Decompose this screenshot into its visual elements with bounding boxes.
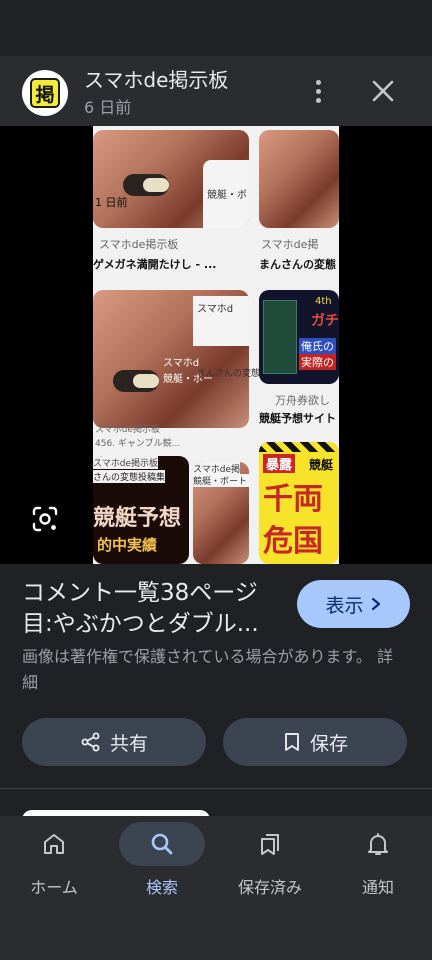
tile-label: スマホd (163, 358, 200, 369)
search-icon (151, 833, 173, 855)
more-vert-icon (315, 79, 321, 85)
site-name[interactable]: スマホde掲示板 (84, 64, 228, 93)
copyright-text: 画像は著作権で保護されている場合があります。 (22, 647, 372, 666)
nav-saved[interactable]: 保存済み (216, 816, 324, 912)
tile-banner: 4th (315, 296, 332, 307)
site-logo-icon: 掲 (30, 78, 60, 108)
copyright-notice: 画像は著作権で保護されている場合があります。 詳細 (22, 644, 402, 696)
chevron-right-icon (371, 597, 380, 611)
share-label: 共有 (109, 732, 148, 755)
tile-label: スマホde掲示板 (93, 456, 158, 469)
save-label: 保存 (309, 732, 348, 755)
lens-search-button[interactable] (30, 504, 60, 534)
nav-icon-container (11, 822, 97, 866)
tile-big-text: 競艇予想 (93, 506, 182, 531)
nav-search[interactable]: 検索 (108, 816, 216, 912)
nav-label: 保存済み (237, 878, 302, 897)
image-viewer[interactable]: 競艇・ボ 1 日前 スマホde掲示板 ゲメガネ満開たけし - ... スマホde… (0, 126, 432, 564)
tile-big-text: 危国 (263, 524, 323, 559)
preview-tile: 暴露 競艇 千両 危国 (259, 442, 339, 564)
preview-tile: スマホde掲示板 さんの変態投稿集 競艇予想 的中実績 (93, 456, 189, 564)
visit-label: 表示 (325, 594, 364, 617)
save-button[interactable]: 保存 (223, 718, 407, 766)
image-source-header: 掲 スマホde掲示板 6 日前 (0, 56, 432, 126)
preview-tile: スマホd スマホd 競艇・ボー (93, 290, 249, 428)
divider (0, 788, 432, 789)
more-options-button[interactable] (302, 74, 334, 108)
visit-button[interactable]: 表示 (297, 580, 410, 628)
tile-source: スマホde掲示板 (95, 425, 160, 435)
nav-icon-container (335, 822, 421, 866)
nav-home[interactable]: ホーム (0, 816, 108, 912)
bookmark-icon (285, 733, 299, 751)
tile-caption: 456. ギャンブル競... (95, 439, 181, 449)
status-bar (0, 0, 432, 56)
tile-banner: 実際の (299, 354, 336, 370)
share-button[interactable]: 共有 (22, 718, 206, 766)
preview-tile: 4th ガチ 俺氏の 実際の (259, 290, 339, 384)
bottom-navigation: ホーム 検索 保存済み 通知 (0, 816, 432, 960)
tile-big-text: 的中実績 (97, 536, 158, 554)
nav-icon-container (119, 822, 205, 866)
nav-label: 検索 (145, 878, 178, 897)
tile-tag: 暴露 (263, 454, 296, 473)
tile-label: さんの変態投稿集 (93, 470, 166, 483)
bell-icon (368, 833, 388, 855)
nav-icon-container (227, 822, 313, 866)
site-favicon[interactable]: 掲 (22, 70, 68, 116)
tile-banner: 俺氏の (299, 338, 336, 354)
preview-image[interactable]: 競艇・ボ 1 日前 スマホde掲示板 ゲメガネ満開たけし - ... スマホde… (93, 126, 339, 564)
collections-icon (261, 834, 279, 855)
lens-icon (32, 506, 58, 532)
page-title-line: 目:やぶかつとダブル... (22, 611, 259, 637)
preview-tile: スマホde掲 競艇・ボートレー (193, 462, 249, 564)
tile-source: 万舟券欲し (275, 394, 330, 407)
tile-badge: スマホd (197, 304, 234, 315)
preview-tile: 競艇・ボ (93, 130, 249, 228)
home-icon (44, 834, 64, 854)
tile-caption: まんさんの変態 (259, 258, 336, 271)
nav-notifications[interactable]: 通知 (324, 816, 432, 912)
tile-caption: ゲメガネ満開たけし - ... (93, 258, 217, 271)
share-icon (81, 732, 100, 752)
nav-label: ホーム (30, 878, 78, 897)
preview-tile (259, 130, 339, 228)
tile-caption: まんさんの変態 (197, 369, 261, 379)
nav-label: 通知 (361, 878, 394, 897)
tile-label: 競艇・ボ (207, 190, 247, 201)
tile-big-text: 千両 (263, 482, 323, 517)
page-title[interactable]: コメント一覧38ページ 目:やぶかつとダブル... (22, 578, 284, 640)
close-button[interactable] (366, 74, 400, 108)
tile-time: 1 日前 (95, 196, 128, 209)
image-info-panel: コメント一覧38ページ 目:やぶかつとダブル... 表示 画像は著作権で保護され… (0, 564, 432, 822)
tile-source: スマホde掲示板 (99, 238, 179, 251)
tile-label: 競艇・ボートレー (193, 474, 249, 487)
tile-banner: ガチ (311, 313, 339, 329)
page-title-line: コメント一覧38ページ (22, 580, 258, 606)
close-icon (372, 80, 394, 102)
tile-tag: 競艇 (309, 458, 334, 472)
tile-source: スマホde掲 (261, 238, 319, 251)
tile-caption: 競艇予想サイト (259, 412, 336, 425)
post-time: 6 日前 (84, 98, 132, 117)
